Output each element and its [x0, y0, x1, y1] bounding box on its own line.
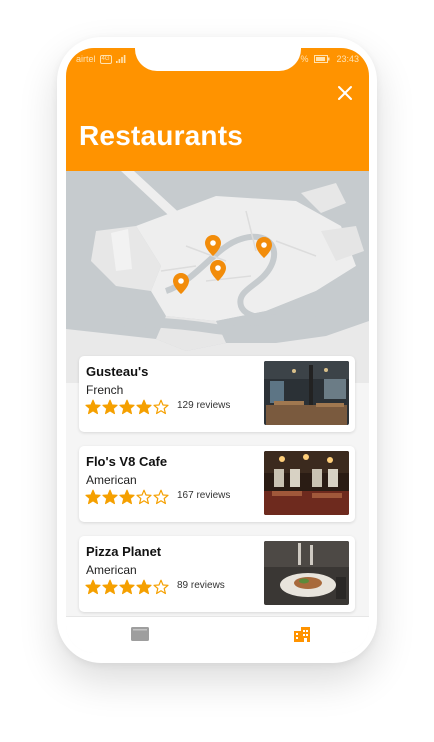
restaurant-name: Flo's V8 Cafe	[86, 454, 168, 469]
network-tag: 4G	[99, 54, 112, 64]
bottom-navigation	[66, 616, 369, 653]
restaurant-card[interactable]: Pizza Planet American 89 reviews	[79, 536, 355, 612]
map-canvas	[66, 171, 369, 383]
star-filled-icon	[119, 399, 135, 415]
star-outline-icon	[153, 579, 169, 595]
plated-dish-photo	[264, 541, 349, 605]
close-icon[interactable]	[336, 84, 354, 102]
star-outline-icon	[153, 399, 169, 415]
star-filled-icon	[102, 399, 118, 415]
app-screen: airtel 4G % 23:43 Restaurants Gusteau's …	[66, 48, 369, 653]
status-bar-right: % 23:43	[300, 54, 359, 64]
restaurant-cuisine: American	[86, 473, 137, 487]
restaurant-card[interactable]: Flo's V8 Cafe American 167 reviews	[79, 446, 355, 522]
star-filled-icon	[136, 399, 152, 415]
rating-stars	[85, 489, 169, 505]
star-filled-icon	[85, 579, 101, 595]
star-filled-icon	[102, 579, 118, 595]
restaurant-name: Gusteau's	[86, 364, 149, 379]
battery-icon	[314, 55, 330, 63]
battery-percent: %	[300, 54, 309, 64]
restaurant-interior-photo	[264, 361, 349, 425]
review-count: 129 reviews	[177, 400, 231, 411]
status-bar-left: airtel 4G	[76, 54, 126, 64]
restaurant-cuisine: French	[86, 383, 124, 397]
status-time: 23:43	[336, 54, 359, 64]
phone-notch	[135, 48, 301, 71]
signal-icon	[115, 55, 125, 63]
star-filled-icon	[136, 579, 152, 595]
restaurant-card[interactable]: Gusteau's French 129 reviews	[79, 356, 355, 432]
rating-stars	[85, 579, 169, 595]
list-icon[interactable]	[130, 625, 150, 643]
star-filled-icon	[102, 489, 118, 505]
star-outline-icon	[136, 489, 152, 505]
star-filled-icon	[85, 489, 101, 505]
restaurant-cuisine: American	[86, 563, 137, 577]
app-header: airtel 4G % 23:43 Restaurants	[66, 48, 369, 171]
review-count: 167 reviews	[177, 490, 231, 501]
star-filled-icon	[119, 579, 135, 595]
star-outline-icon	[153, 489, 169, 505]
page-title: Restaurants	[79, 120, 244, 151]
city-map[interactable]	[66, 171, 369, 383]
rating-stars	[85, 399, 169, 415]
business-icon[interactable]	[292, 625, 312, 643]
review-count: 89 reviews	[177, 580, 225, 591]
cafe-interior-photo	[264, 451, 349, 515]
star-filled-icon	[119, 489, 135, 505]
restaurant-name: Pizza Planet	[86, 544, 162, 559]
carrier-label: airtel	[76, 54, 96, 64]
star-filled-icon	[85, 399, 101, 415]
